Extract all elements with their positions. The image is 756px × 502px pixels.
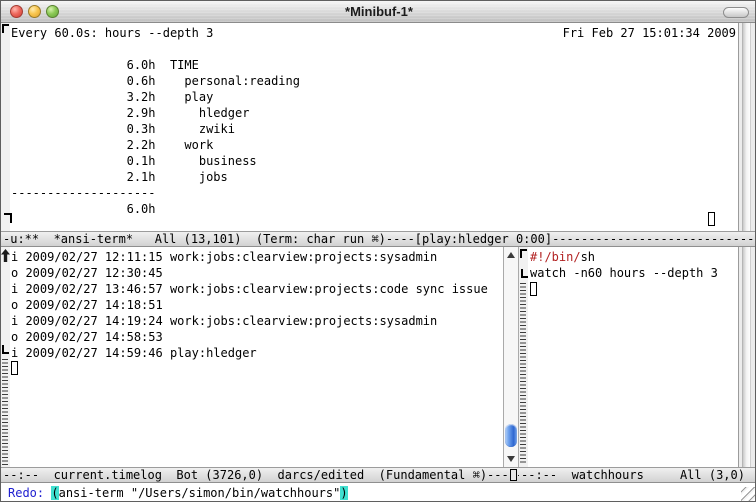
window-title: *Minibuf-1* xyxy=(1,4,756,20)
script-mode-line[interactable]: --:-- watchhours All (3,0) xyxy=(519,467,756,483)
watch-header-left: Every 60.0s: hours --depth 3 xyxy=(11,25,213,41)
buffer-top-angle-icon xyxy=(2,24,9,33)
emacs-window: *Minibuf-1* Every 60.0s: hours --depth 3… xyxy=(0,0,756,502)
minibuffer-prompt: Redo: xyxy=(8,486,51,500)
scroll-down-arrow[interactable] xyxy=(504,452,518,466)
matched-close-paren: ) xyxy=(340,486,347,500)
minibuffer-command: ansi-term "/Users/simon/bin/watchhours" xyxy=(59,486,341,500)
title-bar[interactable]: *Minibuf-1* xyxy=(1,1,756,23)
left-fringe xyxy=(1,23,10,231)
shebang-rest: sh xyxy=(581,250,595,264)
mode-line-junction-box xyxy=(510,469,517,481)
toolbar-toggle-button[interactable] xyxy=(723,7,749,18)
timelog-mode-line[interactable]: --:-- current.timelog Bot (3726,0) darcs… xyxy=(1,467,519,483)
resize-grip[interactable] xyxy=(741,487,756,502)
top-scrollbar-track[interactable] xyxy=(742,23,751,231)
buffer-scrolled-up-arrow-icon xyxy=(1,249,10,262)
minibuffer-line: Redo: (ansi-term "/Users/simon/bin/watch… xyxy=(8,485,348,501)
shebang-highlight: #!/bin/ xyxy=(530,250,581,264)
script-command-line: watch -n60 hours --depth 3 xyxy=(530,265,718,281)
buffer-bottom-angle-icon xyxy=(521,269,528,278)
script-scrollbar-area[interactable] xyxy=(738,247,756,467)
watch-header-datetime: Fri Feb 27 15:01:34 2009 xyxy=(563,25,736,41)
timelog-window[interactable]: i 2009/02/27 12:11:15 work:jobs:clearvie… xyxy=(1,247,503,467)
minibuffer[interactable]: Redo: (ansi-term "/Users/simon/bin/watch… xyxy=(1,483,756,502)
script-scrollbar-track[interactable] xyxy=(742,247,751,467)
scrollbar-thumb[interactable] xyxy=(505,424,517,447)
top-scrollbar-area[interactable] xyxy=(738,23,756,231)
ansi-term-mode-line[interactable]: -u:** *ansi-term* All (13,101) (Term: ch… xyxy=(1,231,756,247)
matched-open-paren: ( xyxy=(51,486,58,500)
ansi-term-window[interactable]: Every 60.0s: hours --depth 3 Fri Feb 27 … xyxy=(1,23,756,231)
shebang-line: #!/bin/sh xyxy=(530,249,595,265)
inactive-cursor xyxy=(11,361,18,375)
buffer-bottom-angle-icon xyxy=(2,345,9,354)
scroll-up-arrow[interactable] xyxy=(504,248,518,262)
empty-lines-indicator xyxy=(2,359,8,465)
timelog-entries: i 2009/02/27 12:11:15 work:jobs:clearvie… xyxy=(11,249,488,361)
terminal-cursor xyxy=(708,212,715,226)
hours-report: 6.0h TIME 0.6h personal:reading 3.2h pla… xyxy=(11,57,300,217)
empty-lines-indicator xyxy=(520,283,526,465)
script-window[interactable]: #!/bin/sh watch -n60 hours --depth 3 xyxy=(519,247,756,467)
inactive-cursor xyxy=(530,282,537,296)
timelog-scrollbar[interactable] xyxy=(503,247,519,467)
buffer-top-angle-icon xyxy=(520,249,527,258)
